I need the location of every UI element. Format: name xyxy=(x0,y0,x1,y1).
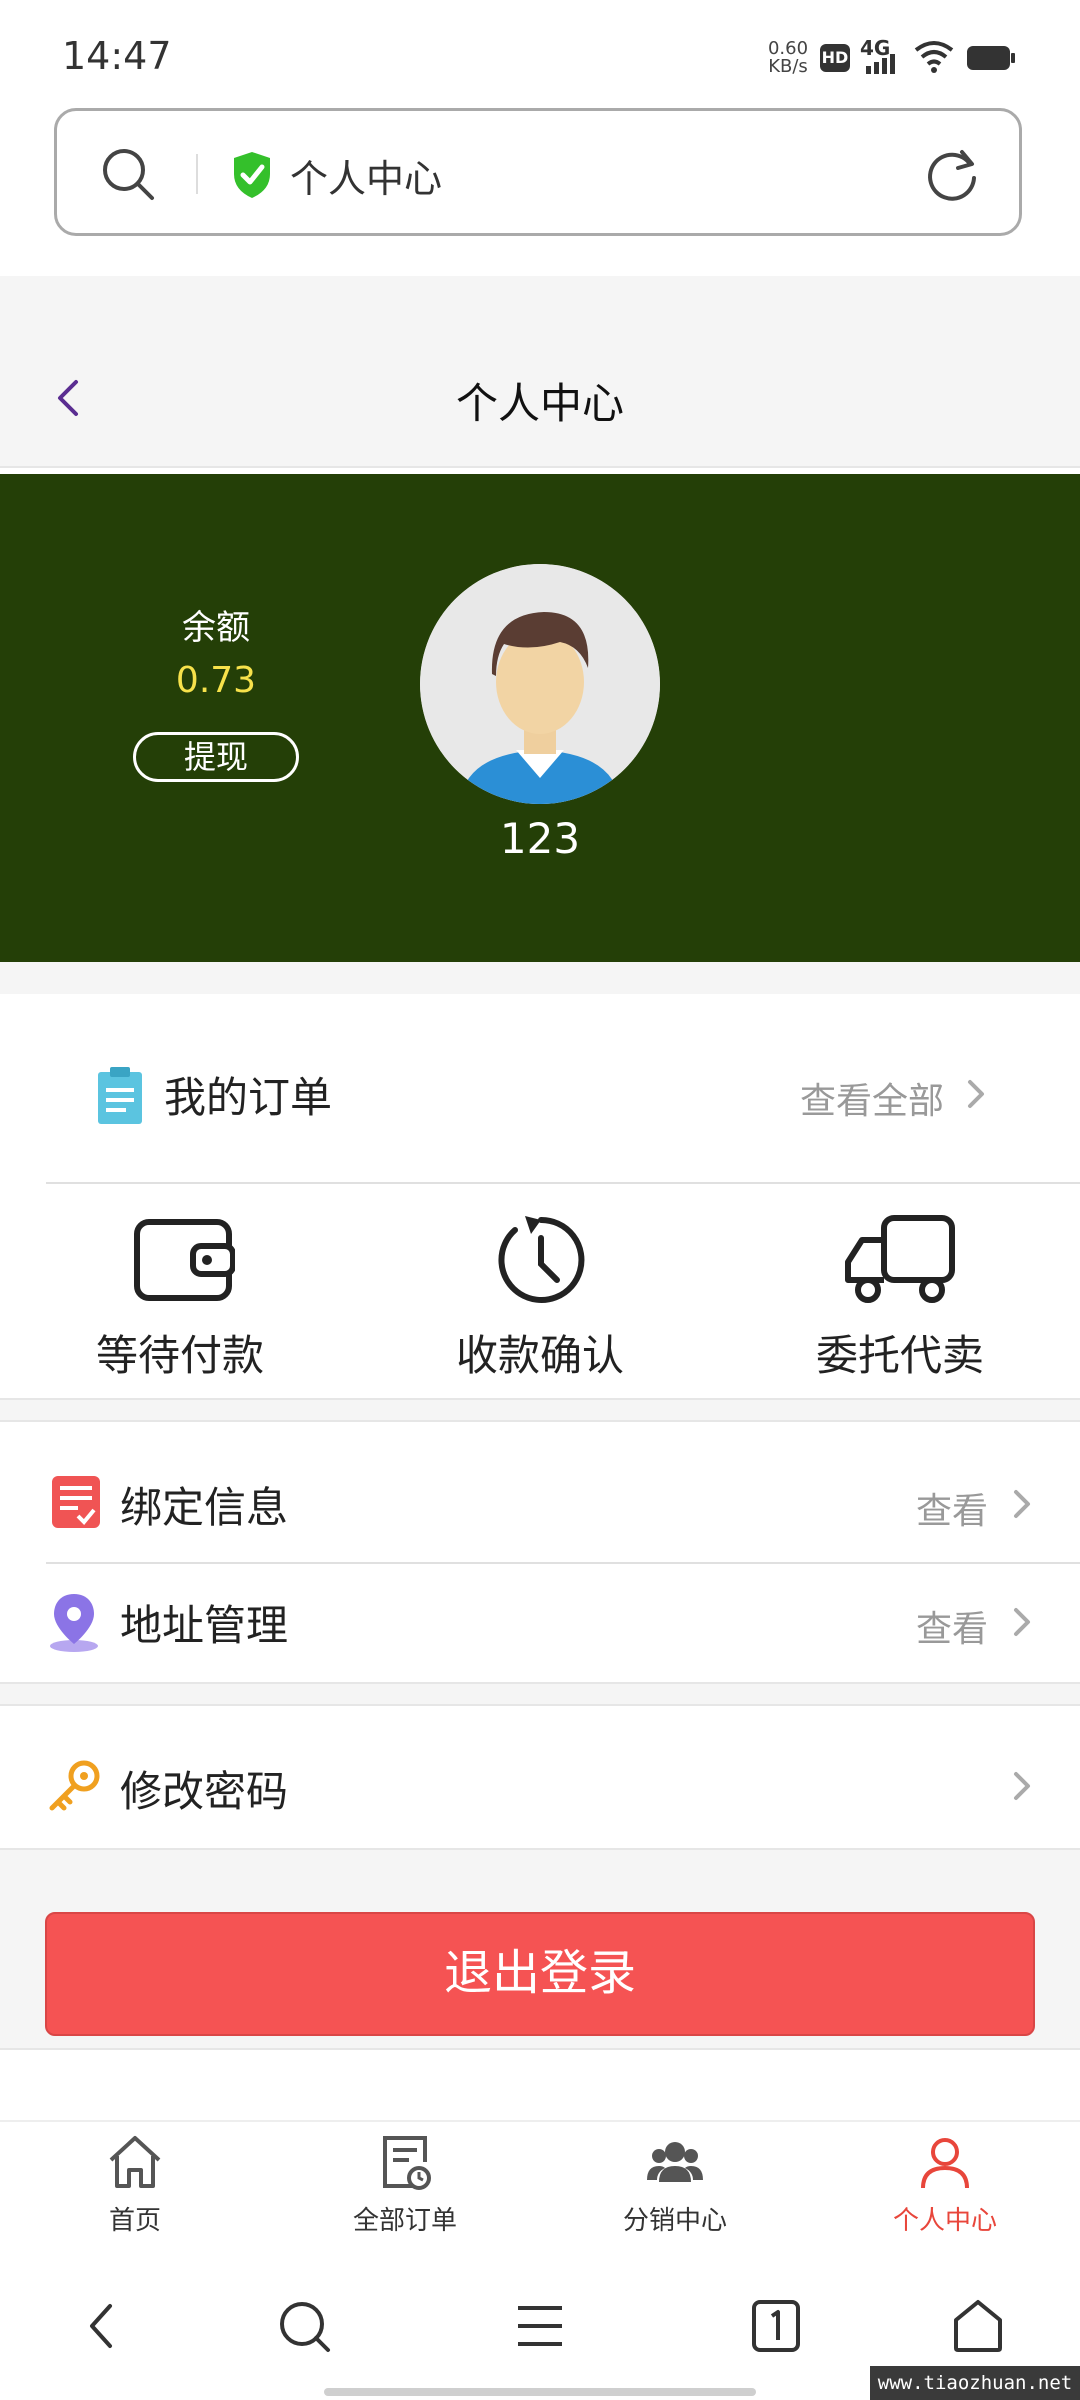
view-all-orders-link[interactable]: 查看全部 xyxy=(800,1072,944,1124)
address-divider xyxy=(196,154,198,194)
net-speed-unit: KB/s xyxy=(768,56,808,77)
section-separator xyxy=(0,1398,1080,1422)
refresh-icon[interactable] xyxy=(924,146,980,202)
address-bar[interactable] xyxy=(54,108,1022,236)
address-view-link[interactable]: 查看 xyxy=(916,1600,988,1652)
tab-label: 全部订单 xyxy=(352,2206,457,2236)
location-pin-icon xyxy=(50,1594,98,1652)
address-title[interactable]: 个人中心 xyxy=(290,148,442,203)
wallet-icon xyxy=(134,1219,236,1301)
my-orders-title: 我的订单 xyxy=(164,1073,333,1122)
checklist-icon xyxy=(52,1476,100,1528)
tab-all-orders[interactable]: 全部订单 xyxy=(270,2132,540,2237)
withdraw-button[interactable]: 提现 xyxy=(133,732,299,782)
search-icon[interactable] xyxy=(100,146,156,202)
key-icon xyxy=(49,1760,100,1811)
secure-shield-icon xyxy=(234,152,270,198)
change-password-label: 修改密码 xyxy=(120,1767,289,1816)
binding-info-label: 绑定信息 xyxy=(120,1483,289,1532)
browser-search-icon[interactable] xyxy=(274,2296,334,2356)
order-pending-payment[interactable]: 等待付款 xyxy=(0,1210,360,1383)
chevron-right-icon[interactable] xyxy=(1010,1604,1034,1640)
section-separator xyxy=(0,1682,1080,1706)
chevron-right-icon[interactable] xyxy=(964,1076,988,1112)
browser-back-icon[interactable] xyxy=(82,2296,122,2356)
balance-label: 余额 xyxy=(182,608,250,648)
page-bottom-spacer xyxy=(0,2048,1080,2122)
order-item-label: 委托代卖 xyxy=(815,1331,984,1380)
avatar[interactable] xyxy=(420,564,660,804)
wifi-icon xyxy=(914,41,954,73)
browser-home-icon[interactable] xyxy=(950,2296,1006,2356)
chevron-right-icon[interactable] xyxy=(1010,1486,1034,1522)
order-item-label: 等待付款 xyxy=(95,1331,264,1380)
orders-icon xyxy=(383,2136,431,2190)
tab-personal-center[interactable]: 个人中心 xyxy=(810,2132,1080,2237)
tab-distribution-center[interactable]: 分销中心 xyxy=(540,2132,810,2237)
tab-label: 个人中心 xyxy=(892,2206,997,2236)
hd-badge: HD xyxy=(820,44,850,72)
home-indicator[interactable] xyxy=(324,2388,756,2396)
battery-icon xyxy=(967,46,1015,70)
status-time: 14:47 xyxy=(62,34,172,78)
clock-icon xyxy=(498,1216,585,1303)
divider xyxy=(46,1182,1080,1184)
avatar-illustration xyxy=(420,564,660,804)
username: 123 xyxy=(499,814,581,863)
balance-value: 0.73 xyxy=(175,660,257,701)
order-item-label: 收款确认 xyxy=(455,1331,624,1380)
order-consign-sale[interactable]: 委托代卖 xyxy=(720,1210,1080,1383)
tab-label: 首页 xyxy=(108,2206,161,2236)
truck-icon xyxy=(845,1215,955,1303)
chevron-right-icon[interactable] xyxy=(1010,1768,1034,1804)
address-manage-label: 地址管理 xyxy=(120,1601,289,1650)
section-separator xyxy=(0,962,1080,994)
clipboard-icon xyxy=(98,1067,142,1124)
order-payment-confirm[interactable]: 收款确认 xyxy=(360,1210,720,1383)
watermark: www.tiaozhuan.net xyxy=(870,2366,1080,2400)
binding-info-view-link[interactable]: 查看 xyxy=(916,1482,988,1534)
page-title: 个人中心 xyxy=(455,379,624,428)
net-speed: 0.60 KB/s xyxy=(766,40,810,76)
home-icon xyxy=(109,2136,161,2188)
group-icon xyxy=(647,2142,703,2182)
tabs-count-icon[interactable] xyxy=(750,2298,802,2354)
logout-button[interactable]: 退出登录 xyxy=(45,1912,1035,2036)
tab-label: 分销中心 xyxy=(622,2206,727,2236)
signal-icon xyxy=(866,54,895,74)
user-icon xyxy=(921,2138,969,2189)
tab-home[interactable]: 首页 xyxy=(0,2132,270,2237)
menu-icon[interactable] xyxy=(510,2300,570,2352)
